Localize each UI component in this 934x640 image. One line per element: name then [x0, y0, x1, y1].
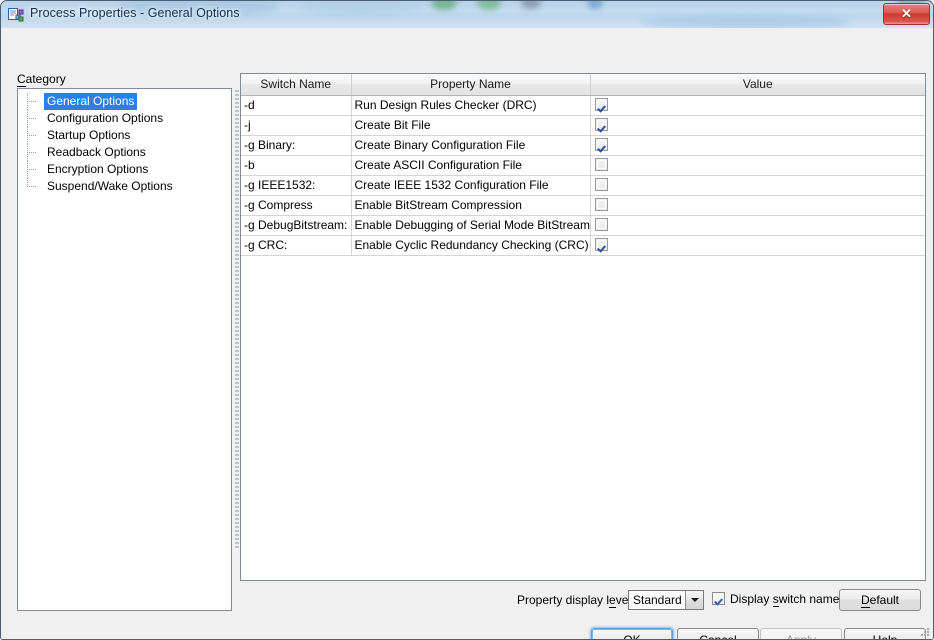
checkbox-icon[interactable]: [712, 592, 725, 605]
button-label: Cancel: [699, 633, 737, 640]
cell-value[interactable]: [590, 115, 925, 136]
button-label: efault: [869, 593, 900, 607]
process-properties-icon: [8, 8, 24, 22]
tree-item-label: Encryption Options: [47, 162, 149, 176]
button-label-accel: A: [785, 633, 794, 639]
button-label: OK: [623, 633, 641, 640]
chevron-down-icon[interactable]: [685, 591, 703, 609]
category-label-accel: C: [17, 72, 26, 87]
title-bar[interactable]: Process Properties - General Options ✕: [1, 1, 933, 29]
cell-property-name: Run Design Rules Checker (DRC): [351, 95, 591, 116]
value-checkbox[interactable]: [594, 178, 608, 191]
apply-button: Apply: [760, 628, 842, 640]
cell-switch-name: -g DebugBitstream:: [241, 215, 352, 236]
column-header-value[interactable]: Value: [590, 74, 925, 96]
tree-item-label: Startup Options: [47, 128, 131, 142]
cell-switch-name: -g Binary:: [241, 135, 352, 156]
value-checkbox[interactable]: [594, 238, 608, 251]
sidebar-item-encryption-options[interactable]: Encryption Options: [18, 161, 231, 178]
cell-property-name: Create ASCII Configuration File: [351, 155, 591, 176]
cell-property-name: Enable Cyclic Redundancy Checking (CRC): [351, 235, 591, 256]
cell-switch-name: -g Compress: [241, 195, 352, 216]
cell-switch-name: -g CRC:: [241, 235, 352, 256]
value-checkbox[interactable]: [594, 198, 608, 211]
window-title: Process Properties - General Options: [30, 6, 240, 20]
category-label: Category: [17, 72, 66, 87]
table-row[interactable]: -d Run Design Rules Checker (DRC): [241, 95, 925, 116]
dialog-client-area: Category General Options Configuration O…: [1, 28, 933, 640]
properties-table: Switch Name Property Name Value -d Run D…: [241, 74, 925, 256]
close-icon: ✕: [901, 6, 912, 21]
help-button[interactable]: Help: [844, 628, 926, 640]
label-part-post: witch names: [778, 592, 846, 606]
properties-table-container[interactable]: Switch Name Property Name Value -d Run D…: [240, 73, 926, 581]
panel-splitter[interactable]: [235, 90, 239, 550]
process-properties-dialog: Process Properties - General Options ✕ C…: [0, 0, 934, 640]
close-button[interactable]: ✕: [883, 3, 930, 25]
value-checkbox[interactable]: [594, 158, 608, 171]
cell-value[interactable]: [590, 155, 925, 176]
display-switch-names-checkbox[interactable]: Display switch names: [712, 592, 846, 607]
cancel-button[interactable]: Cancel: [677, 628, 759, 640]
table-row[interactable]: -g DebugBitstream: Enable Debugging of S…: [241, 215, 925, 236]
cell-value[interactable]: [590, 235, 925, 256]
sidebar-item-startup-options[interactable]: Startup Options: [18, 127, 231, 144]
sidebar-item-suspend-wake-options[interactable]: Suspend/Wake Options: [18, 178, 231, 195]
cell-switch-name: -d: [241, 95, 352, 116]
value-checkbox[interactable]: [594, 118, 608, 131]
table-row[interactable]: -b Create ASCII Configuration File: [241, 155, 925, 176]
column-header-property-name[interactable]: Property Name: [351, 74, 591, 96]
table-row[interactable]: -j Create Bit File: [241, 115, 925, 136]
tree-item-label: Configuration Options: [47, 111, 164, 125]
sidebar-item-configuration-options[interactable]: Configuration Options: [18, 110, 231, 127]
sidebar-item-readback-options[interactable]: Readback Options: [18, 144, 231, 161]
table-row[interactable]: -g IEEE1532: Create IEEE 1532 Configurat…: [241, 175, 925, 196]
cell-value[interactable]: [590, 215, 925, 236]
cell-switch-name: -j: [241, 115, 352, 136]
cell-property-name: Enable BitStream Compression: [351, 195, 591, 216]
tree-item-label: General Options: [44, 93, 138, 110]
select-value: Standard: [633, 593, 682, 607]
property-display-level-label: Property display level:: [517, 593, 634, 608]
button-label: Help: [872, 633, 898, 640]
column-header-switch-name[interactable]: Switch Name: [241, 74, 352, 96]
tree-item-label: Suspend/Wake Options: [47, 179, 173, 193]
table-row[interactable]: -g CRC: Enable Cyclic Redundancy Checkin…: [241, 235, 925, 256]
category-label-rest: ategory: [25, 72, 66, 86]
cell-switch-name: -g IEEE1532:: [241, 175, 352, 196]
cell-value[interactable]: [590, 135, 925, 156]
table-row[interactable]: -g Binary: Create Binary Configuration F…: [241, 135, 925, 156]
property-display-level-select[interactable]: Standard: [628, 590, 704, 610]
resize-grip[interactable]: [919, 626, 931, 638]
label-part-pre: Display: [730, 592, 773, 606]
table-header-row: Switch Name Property Name Value: [241, 74, 925, 96]
label-accel: e: [609, 593, 616, 608]
table-row[interactable]: -g Compress Enable BitStream Compression: [241, 195, 925, 216]
label-part-pre: Property display l: [517, 593, 610, 607]
button-label: pply: [794, 633, 817, 640]
cell-property-name: Create IEEE 1532 Configuration File: [351, 175, 591, 196]
cell-property-name: Create Binary Configuration File: [351, 135, 591, 156]
cell-switch-name: -b: [241, 155, 352, 176]
cell-value[interactable]: [590, 95, 925, 116]
cell-value[interactable]: [590, 195, 925, 216]
sidebar-item-general-options[interactable]: General Options: [18, 93, 231, 110]
category-tree[interactable]: General Options Configuration Options St…: [17, 88, 232, 611]
cell-value[interactable]: [590, 175, 925, 196]
value-checkbox[interactable]: [594, 98, 608, 111]
default-button[interactable]: Default: [839, 589, 921, 611]
cell-property-name: Create Bit File: [351, 115, 591, 136]
tree-item-label: Readback Options: [47, 145, 146, 159]
value-checkbox[interactable]: [594, 218, 608, 231]
ok-button[interactable]: OK: [591, 628, 673, 640]
value-checkbox[interactable]: [594, 138, 608, 151]
button-label-accel: D: [860, 593, 870, 608]
cell-property-name: Enable Debugging of Serial Mode BitStrea…: [351, 215, 591, 236]
